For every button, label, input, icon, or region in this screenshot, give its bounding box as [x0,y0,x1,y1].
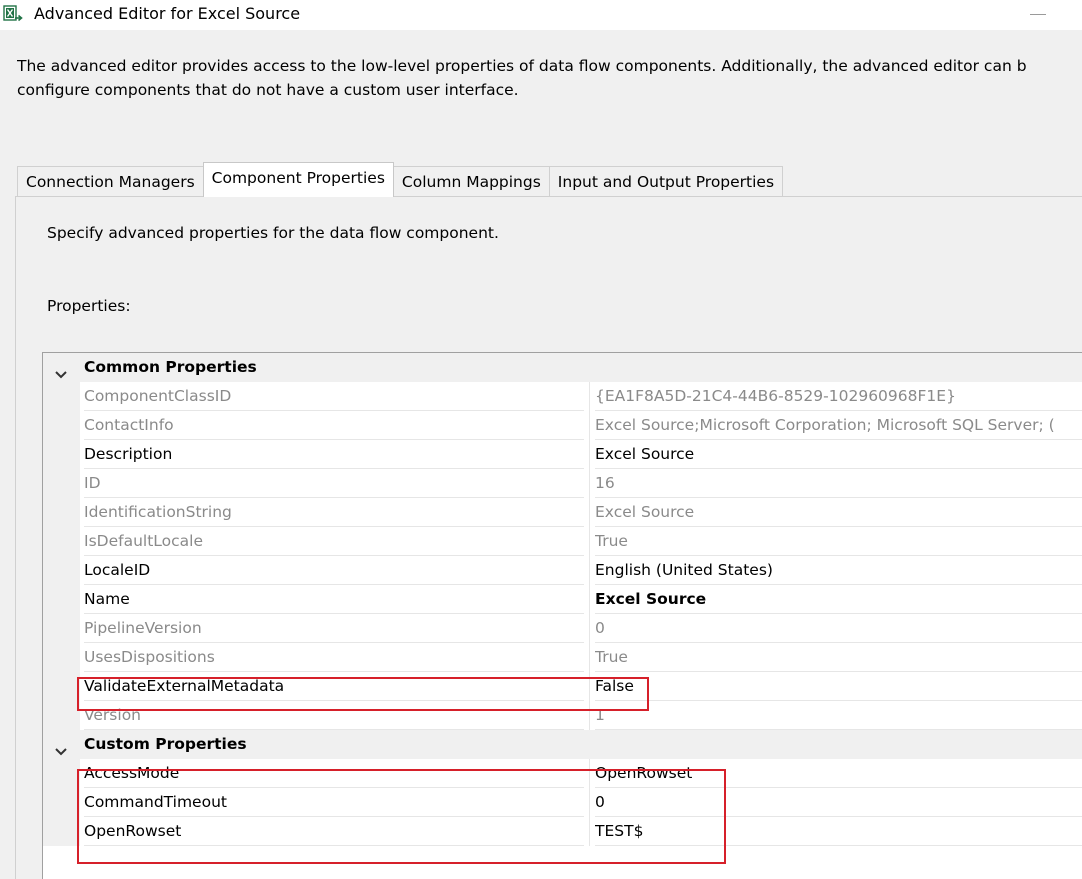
category-custom-properties[interactable]: Custom Properties [43,730,1082,759]
row-gutter [43,411,80,440]
property-value[interactable]: TEST$ [595,817,1082,846]
property-value[interactable]: Excel Source [595,585,1082,614]
property-value[interactable]: 16 [595,469,1082,498]
row-gutter [43,498,80,527]
property-name: ContactInfo [84,411,584,440]
column-divider [589,817,590,846]
property-row-identificationstring[interactable]: IdentificationString Excel Source [43,498,1082,527]
property-name: PipelineVersion [84,614,584,643]
column-divider [589,672,590,701]
chevron-down-icon[interactable] [54,362,68,379]
property-name: Description [84,440,584,469]
row-gutter [43,759,80,788]
column-divider [589,382,590,411]
property-row-pipelineversion[interactable]: PipelineVersion 0 [43,614,1082,643]
property-value[interactable]: Excel Source;Microsoft Corporation; Micr… [595,411,1082,440]
property-grid[interactable]: Common Properties ComponentClassID {EA1F… [42,352,1082,879]
editor-description-line-1: The advanced editor provides access to t… [17,57,1027,75]
component-properties-panel: Specify advanced properties for the data… [15,196,1082,879]
row-gutter [43,556,80,585]
category-common-properties[interactable]: Common Properties [43,353,1082,382]
tab-component-properties[interactable]: Component Properties [202,162,394,197]
category-label: Common Properties [84,358,257,376]
column-divider [589,440,590,469]
property-value[interactable]: {EA1F8A5D-21C4-44B6-8529-102960968F1E} [595,382,1082,411]
property-row-openrowset[interactable]: OpenRowset TEST$ [43,817,1082,846]
property-row-validateexternalmetadata[interactable]: ValidateExternalMetadata False [43,672,1082,701]
property-row-accessmode[interactable]: AccessMode OpenRowset [43,759,1082,788]
row-gutter [43,440,80,469]
property-row-usesdispositions[interactable]: UsesDispositions True [43,643,1082,672]
excel-source-icon [3,4,23,24]
property-row-version[interactable]: Version 1 [43,701,1082,730]
property-row-componentclassid[interactable]: ComponentClassID {EA1F8A5D-21C4-44B6-852… [43,382,1082,411]
window-title: Advanced Editor for Excel Source [34,4,301,23]
advanced-editor-window: Advanced Editor for Excel Source The adv… [0,0,1082,879]
property-value[interactable]: Excel Source [595,498,1082,527]
property-name: Name [84,585,584,614]
property-value[interactable]: English (United States) [595,556,1082,585]
property-name: CommandTimeout [84,788,584,817]
column-divider [589,788,590,817]
row-gutter [43,817,80,846]
property-row-id[interactable]: ID 16 [43,469,1082,498]
property-value[interactable]: 0 [595,614,1082,643]
column-divider [589,585,590,614]
property-name: IdentificationString [84,498,584,527]
property-row-localeid[interactable]: LocaleID English (United States) [43,556,1082,585]
column-divider [589,527,590,556]
property-name: ValidateExternalMetadata [84,672,584,701]
column-divider [589,701,590,730]
tab-strip: Connection Managers Component Properties… [17,162,784,197]
tab-connection-managers[interactable]: Connection Managers [17,166,204,197]
property-value[interactable]: 0 [595,788,1082,817]
row-gutter [43,672,80,701]
row-gutter [43,701,80,730]
property-name: Version [84,701,584,730]
editor-description: The advanced editor provides access to t… [17,54,1082,102]
row-gutter [43,527,80,556]
row-gutter [43,469,80,498]
minimize-icon[interactable] [1018,4,1058,24]
column-divider [589,498,590,527]
property-row-description[interactable]: Description Excel Source [43,440,1082,469]
column-divider [589,411,590,440]
property-name: IsDefaultLocale [84,527,584,556]
row-gutter [43,788,80,817]
properties-label: Properties: [47,297,131,315]
property-value[interactable]: False [595,672,1082,701]
property-value[interactable]: True [595,643,1082,672]
column-divider [589,614,590,643]
row-gutter [43,585,80,614]
property-value[interactable]: True [595,527,1082,556]
column-divider [589,643,590,672]
property-row-commandtimeout[interactable]: CommandTimeout 0 [43,788,1082,817]
tab-column-mappings[interactable]: Column Mappings [392,166,550,197]
property-name: ComponentClassID [84,382,584,411]
property-name: AccessMode [84,759,584,788]
property-value[interactable]: Excel Source [595,440,1082,469]
panel-description: Specify advanced properties for the data… [47,224,499,242]
title-bar: Advanced Editor for Excel Source [0,0,1082,30]
property-row-name[interactable]: Name Excel Source [43,585,1082,614]
row-gutter [43,614,80,643]
column-divider [589,759,590,788]
category-label: Custom Properties [84,735,247,753]
property-name: LocaleID [84,556,584,585]
property-value[interactable]: OpenRowset [595,759,1082,788]
property-row-isdefaultlocale[interactable]: IsDefaultLocale True [43,527,1082,556]
property-value[interactable]: 1 [595,701,1082,730]
row-gutter [43,382,80,411]
property-name: OpenRowset [84,817,584,846]
chevron-down-icon[interactable] [54,739,68,756]
property-name: ID [84,469,584,498]
editor-description-line-2: configure components that do not have a … [17,81,519,99]
property-name: UsesDispositions [84,643,584,672]
row-gutter [43,643,80,672]
column-divider [589,469,590,498]
tab-input-output-properties[interactable]: Input and Output Properties [548,166,784,197]
column-divider [589,556,590,585]
property-row-contactinfo[interactable]: ContactInfo Excel Source;Microsoft Corpo… [43,411,1082,440]
